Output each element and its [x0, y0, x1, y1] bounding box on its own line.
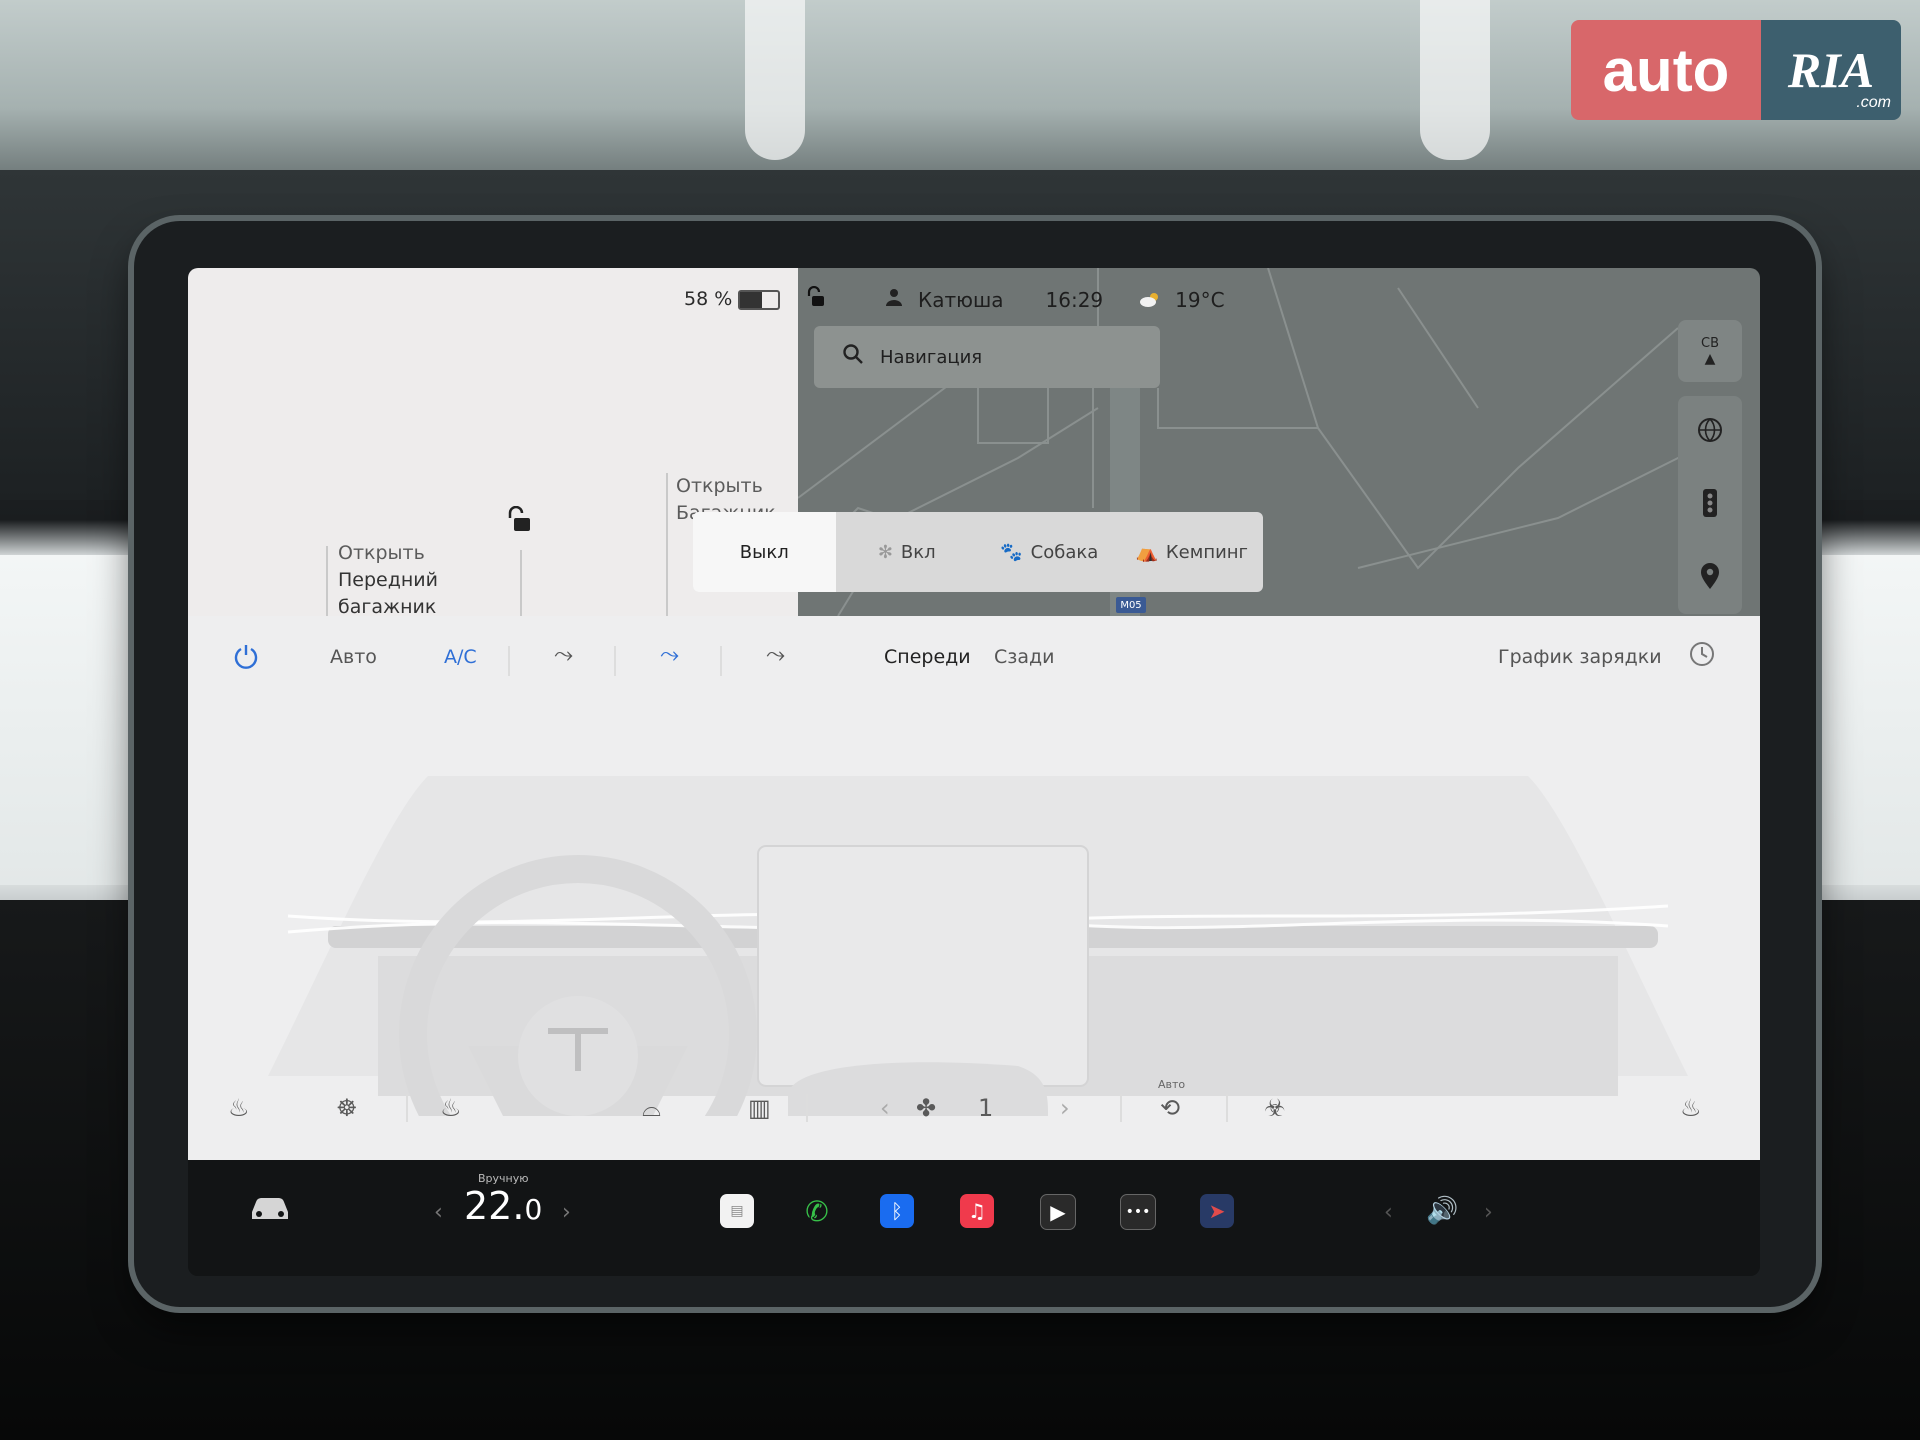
climate-panel: Авто A/C ⤳ ⤳ ⤳ Спереди Сзади График заря… — [188, 616, 1760, 1160]
status-bar: Катюша 16:29 19°C — [806, 285, 1225, 313]
profile-icon[interactable] — [884, 287, 904, 312]
mode-dog-label: Собака — [1030, 541, 1099, 563]
cabin-temperature[interactable]: 22.0 — [464, 1184, 542, 1228]
map-controls — [1678, 396, 1742, 614]
logo-com-suffix: .com — [1856, 94, 1891, 111]
temp-decrease-button[interactable]: ‹ — [434, 1200, 443, 1225]
divider — [1120, 1094, 1122, 1122]
app-toybox-icon[interactable]: ▤ — [720, 1194, 754, 1228]
divider — [520, 550, 522, 616]
logo-auto-text: auto — [1571, 20, 1761, 120]
divider — [806, 1094, 808, 1122]
battery-fill — [740, 292, 763, 308]
autoria-logo: auto RIA .com — [1571, 20, 1901, 120]
paw-icon: 🐾 — [1000, 541, 1023, 563]
fan-icon: ✻ — [877, 541, 893, 563]
cabin-temp-main: 22. — [464, 1184, 525, 1228]
more-apps-icon[interactable]: ••• — [1120, 1194, 1156, 1230]
battery-icon — [738, 290, 780, 310]
mode-on[interactable]: ✻ Вкл — [836, 512, 979, 592]
tab-rear[interactable]: Сзади — [994, 646, 1055, 668]
divider — [1226, 1094, 1228, 1122]
clock-icon[interactable] — [1688, 640, 1716, 673]
recirculation-auto-label: Авто — [1158, 1078, 1186, 1091]
road-badge: M05 — [1116, 597, 1146, 613]
charging-schedule-button[interactable]: График зарядки — [1498, 646, 1662, 668]
volume-increase-button[interactable]: › — [1484, 1200, 1493, 1225]
cabin-temp-decimal: 0 — [524, 1193, 543, 1226]
music-icon[interactable]: ♫ — [960, 1194, 994, 1228]
car-icon[interactable] — [248, 1194, 292, 1222]
divider — [508, 646, 510, 676]
front-defrost-icon[interactable]: ⌓ — [642, 1094, 661, 1122]
front-trunk-line1: Открыть — [338, 542, 425, 564]
clock: 16:29 — [1045, 287, 1104, 312]
north-arrow-icon: ▲ — [1704, 350, 1716, 367]
auto-climate-button[interactable]: Авто — [330, 646, 377, 668]
rear-trunk-line1: Открыть — [676, 475, 763, 497]
climate-keeper-selector: Выкл ✻ Вкл 🐾 Собака ⛺ Кемпинг — [693, 512, 1263, 592]
volume-decrease-button[interactable]: ‹ — [1384, 1200, 1393, 1225]
power-icon[interactable] — [232, 642, 260, 675]
temp-increase-button[interactable]: › — [562, 1200, 571, 1225]
wiper-defrost-icon[interactable]: ♨ — [440, 1094, 462, 1122]
divider — [720, 646, 722, 676]
fan-icon: ✤ — [916, 1094, 937, 1122]
phone-icon[interactable]: ✆ — [800, 1194, 834, 1228]
divider — [406, 1094, 408, 1122]
traffic-light-icon[interactable] — [1701, 488, 1719, 522]
fan-decrease-button[interactable]: ‹ — [880, 1094, 890, 1122]
navigation-search-placeholder: Навигация — [880, 346, 983, 368]
volume-icon[interactable]: 🔊 — [1426, 1196, 1458, 1226]
cloud-sun-icon — [1139, 288, 1161, 312]
logo-ria-word: RIA — [1787, 42, 1875, 98]
unlock-door-icon[interactable] — [506, 505, 532, 538]
fan-increase-button[interactable]: › — [1060, 1094, 1070, 1122]
bioweapon-defense-icon[interactable]: ☣ — [1264, 1094, 1286, 1122]
divider — [614, 646, 616, 676]
battery-percent: 58 % — [684, 288, 733, 310]
airflow-face-icon[interactable]: ⤳ — [554, 640, 573, 668]
window-glare — [745, 0, 805, 160]
mode-on-label: Вкл — [900, 541, 936, 563]
divider — [326, 546, 328, 616]
ac-button[interactable]: A/C — [444, 646, 477, 668]
window-glare — [1420, 0, 1490, 160]
navigation-app-icon[interactable]: ➤ — [1200, 1194, 1234, 1228]
front-trunk-line2: Передний — [338, 569, 438, 591]
mode-camp[interactable]: ⛺ Кемпинг — [1121, 512, 1264, 592]
compass-button[interactable]: СВ ▲ — [1678, 320, 1742, 382]
mode-off-label: Выкл — [739, 541, 789, 563]
driver-seat-heater-icon[interactable]: ♨ — [228, 1094, 250, 1122]
touchscreen: M05 58 % Открыть Передний багажник Откры… — [188, 268, 1760, 1276]
passenger-seat-heater-icon[interactable]: ♨ — [1680, 1094, 1702, 1122]
mode-dog[interactable]: 🐾 Собака — [978, 512, 1121, 592]
search-icon — [842, 343, 864, 371]
rear-defrost-icon[interactable]: ▥ — [748, 1094, 771, 1122]
logo-ria-text: RIA .com — [1761, 20, 1901, 120]
divider — [666, 473, 668, 616]
compass-heading: СВ — [1701, 335, 1719, 351]
outside-temperature: 19°C — [1175, 287, 1225, 312]
tent-icon: ⛺ — [1135, 541, 1158, 563]
taskbar: ‹ Вручную 22.0 › ▤ ✆ ᛒ ♫ ▶ ••• ➤ ‹ 🔊 › — [188, 1160, 1760, 1276]
bluetooth-icon[interactable]: ᛒ — [880, 1194, 914, 1228]
airflow-face-feet-icon[interactable]: ⤳ — [660, 640, 679, 668]
fan-speed-value: 1 — [978, 1094, 994, 1122]
unlocked-lock-icon[interactable] — [806, 285, 826, 313]
mode-off[interactable]: Выкл — [693, 512, 836, 592]
profile-name[interactable]: Катюша — [918, 288, 1004, 312]
tab-front[interactable]: Спереди — [884, 646, 971, 668]
mode-camp-label: Кемпинг — [1165, 541, 1249, 563]
globe-icon[interactable] — [1696, 416, 1724, 448]
theater-icon[interactable]: ▶ — [1040, 1194, 1076, 1230]
recirculation-icon[interactable]: ⟲ — [1160, 1094, 1180, 1122]
cabin-illustration — [268, 776, 1688, 1116]
steering-wheel-heater-icon[interactable]: ☸ — [336, 1094, 358, 1122]
location-pin-icon[interactable] — [1699, 562, 1721, 594]
front-trunk-button[interactable]: Открыть Передний багажник — [338, 540, 438, 621]
airflow-feet-icon[interactable]: ⤳ — [766, 640, 785, 668]
navigation-search[interactable]: Навигация — [814, 326, 1160, 388]
